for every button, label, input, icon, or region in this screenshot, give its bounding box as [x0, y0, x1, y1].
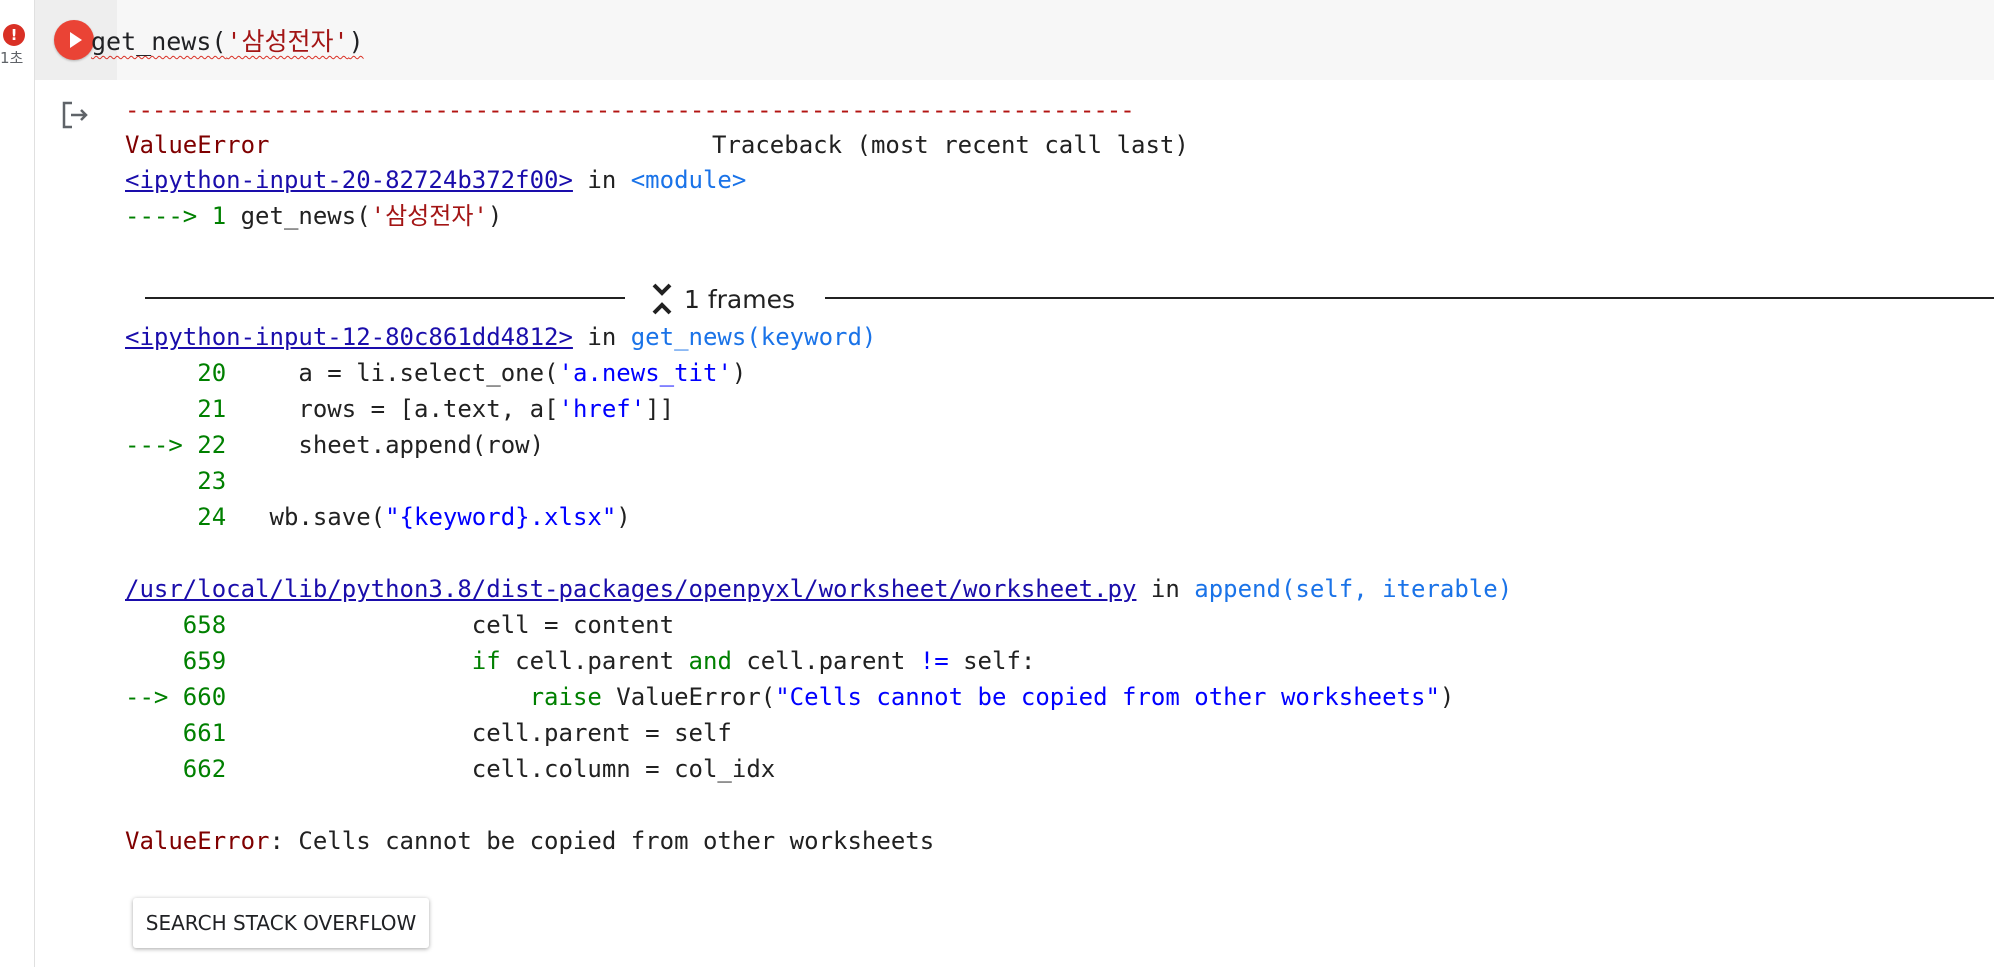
- frame2-line-658: 658 cell = content: [182, 611, 675, 639]
- final-error-type: ValueError: [125, 827, 270, 855]
- frame0-code-fn: get_news(: [240, 202, 371, 230]
- frame1-line-24: 24 wb.save("{keyword}.xlsx"): [197, 503, 631, 531]
- frames-divider-right: [825, 297, 1994, 299]
- frame0-file-link[interactable]: <ipython-input-20-82724b372f00>: [125, 166, 573, 194]
- frame0-arrow: ----> 1: [125, 202, 241, 230]
- code-func: get_news(: [91, 27, 227, 56]
- frame1-args: (keyword): [746, 323, 877, 351]
- code-close-paren: ): [348, 27, 364, 56]
- play-icon: [70, 32, 82, 48]
- frames-toggle-button[interactable]: 1 frames: [650, 282, 795, 316]
- frame2-in: in: [1136, 575, 1195, 603]
- execution-time: 1초: [0, 49, 24, 67]
- final-error-text: : Cells cannot be copied from other work…: [269, 827, 935, 855]
- frames-count-label: 1 frames: [684, 284, 796, 314]
- frame2-location: /usr/local/lib/python3.8/dist-packages/o…: [125, 575, 1512, 603]
- frame2-line-659: 659 if cell.parent and cell.parent != se…: [182, 647, 1036, 675]
- frame1-line-23: 23: [197, 467, 227, 495]
- frame0-func: <module>: [630, 166, 747, 194]
- frame2-line-661: 661 cell.parent = self: [182, 719, 732, 747]
- frame1-line-20: 20 a = li.select_one('a.news_tit'): [197, 359, 747, 387]
- frame1-in: in: [572, 323, 631, 351]
- cell-gutter: ! 1초: [0, 0, 34, 967]
- collapse-frames-icon: [652, 283, 672, 315]
- frame2-line-660: --> 660 raise ValueError("Cells cannot b…: [125, 683, 1455, 711]
- frame0-location: <ipython-input-20-82724b372f00> in <modu…: [125, 166, 746, 194]
- final-error-message: ValueError: Cells cannot be copied from …: [125, 827, 934, 855]
- frame0-code-line: ----> 1 get_news('삼성전자'): [125, 202, 502, 230]
- run-cell-button[interactable]: [54, 20, 94, 60]
- code-editor-line[interactable]: get_news('삼성전자'): [91, 22, 364, 58]
- traceback-header: Traceback (most recent call last): [712, 131, 1189, 159]
- cell-left-border: [34, 0, 35, 967]
- collapsed-frames-row: 1 frames: [145, 278, 1994, 318]
- code-string-arg: '삼성전자': [226, 27, 349, 56]
- code-expression: get_news('삼성전자'): [91, 27, 364, 56]
- frame2-func: append: [1194, 575, 1281, 603]
- frame1-file-link[interactable]: <ipython-input-12-80c861dd4812>: [125, 323, 573, 351]
- frames-divider-left: [145, 297, 625, 299]
- frame0-code-close: ): [487, 202, 503, 230]
- error-status-icon: !: [3, 24, 25, 46]
- frame1-location: <ipython-input-12-80c861dd4812> in get_n…: [125, 323, 876, 351]
- frame2-line-662: 662 cell.column = col_idx: [182, 755, 776, 783]
- error-type-label: ValueError: [125, 131, 270, 159]
- frame1-func: get_news: [630, 323, 747, 351]
- frame2-file-link[interactable]: /usr/local/lib/python3.8/dist-packages/o…: [125, 575, 1136, 603]
- traceback-separator: ----------------------------------------…: [125, 96, 1135, 124]
- frame0-code-arg: '삼성전자': [370, 202, 488, 230]
- frame1-line-21: 21 rows = [a.text, a['href']]: [197, 395, 675, 423]
- frame1-line-22: ---> 22 sheet.append(row): [125, 431, 545, 459]
- search-stack-overflow-button[interactable]: SEARCH STACK OVERFLOW: [133, 898, 429, 948]
- frame2-args: (self, iterable): [1280, 575, 1513, 603]
- frame0-in: in: [572, 166, 631, 194]
- output-exit-icon[interactable]: [60, 100, 90, 134]
